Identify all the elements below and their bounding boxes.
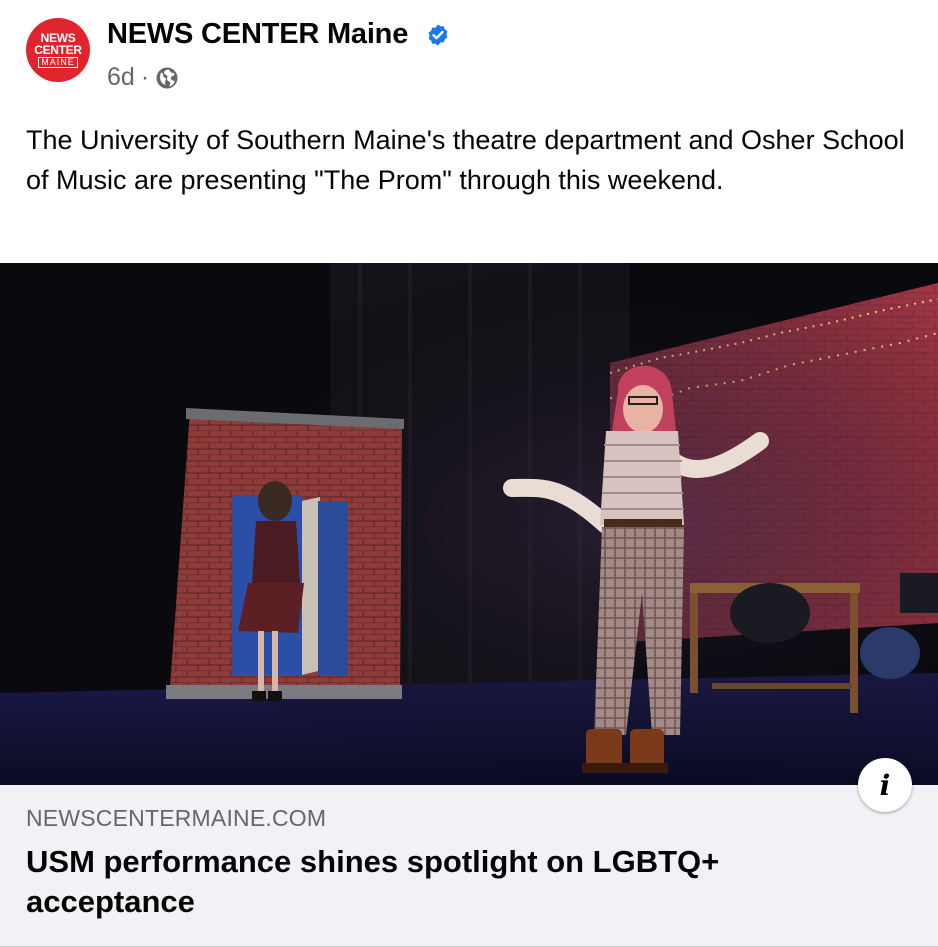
post-timestamp[interactable]: 6d bbox=[107, 63, 135, 92]
post-header: NEWS CENTER MAINE NEWS CENTER Maine 6d · bbox=[0, 0, 938, 110]
page-name-link[interactable]: NEWS CENTER Maine bbox=[107, 18, 408, 51]
verified-badge-icon bbox=[428, 24, 448, 46]
stage-photo-illustration bbox=[0, 263, 938, 785]
post-text: The University of Southern Maine's theat… bbox=[26, 125, 905, 195]
post-meta: 6d · bbox=[107, 63, 179, 92]
post-photo[interactable] bbox=[0, 263, 938, 785]
link-title[interactable]: USM performance shines spotlight on LGBT… bbox=[26, 842, 886, 922]
avatar-logo-line2: CENTER bbox=[34, 43, 82, 57]
avatar-logo-line3: MAINE bbox=[38, 57, 78, 68]
link-preview-card[interactable]: NEWSCENTERMAINE.COM USM performance shin… bbox=[0, 785, 938, 947]
link-domain: NEWSCENTERMAINE.COM bbox=[26, 805, 327, 831]
globe-icon[interactable] bbox=[155, 66, 179, 90]
page-avatar[interactable]: NEWS CENTER MAINE bbox=[26, 18, 90, 82]
meta-separator: · bbox=[140, 63, 150, 91]
info-icon[interactable]: i bbox=[858, 758, 912, 812]
